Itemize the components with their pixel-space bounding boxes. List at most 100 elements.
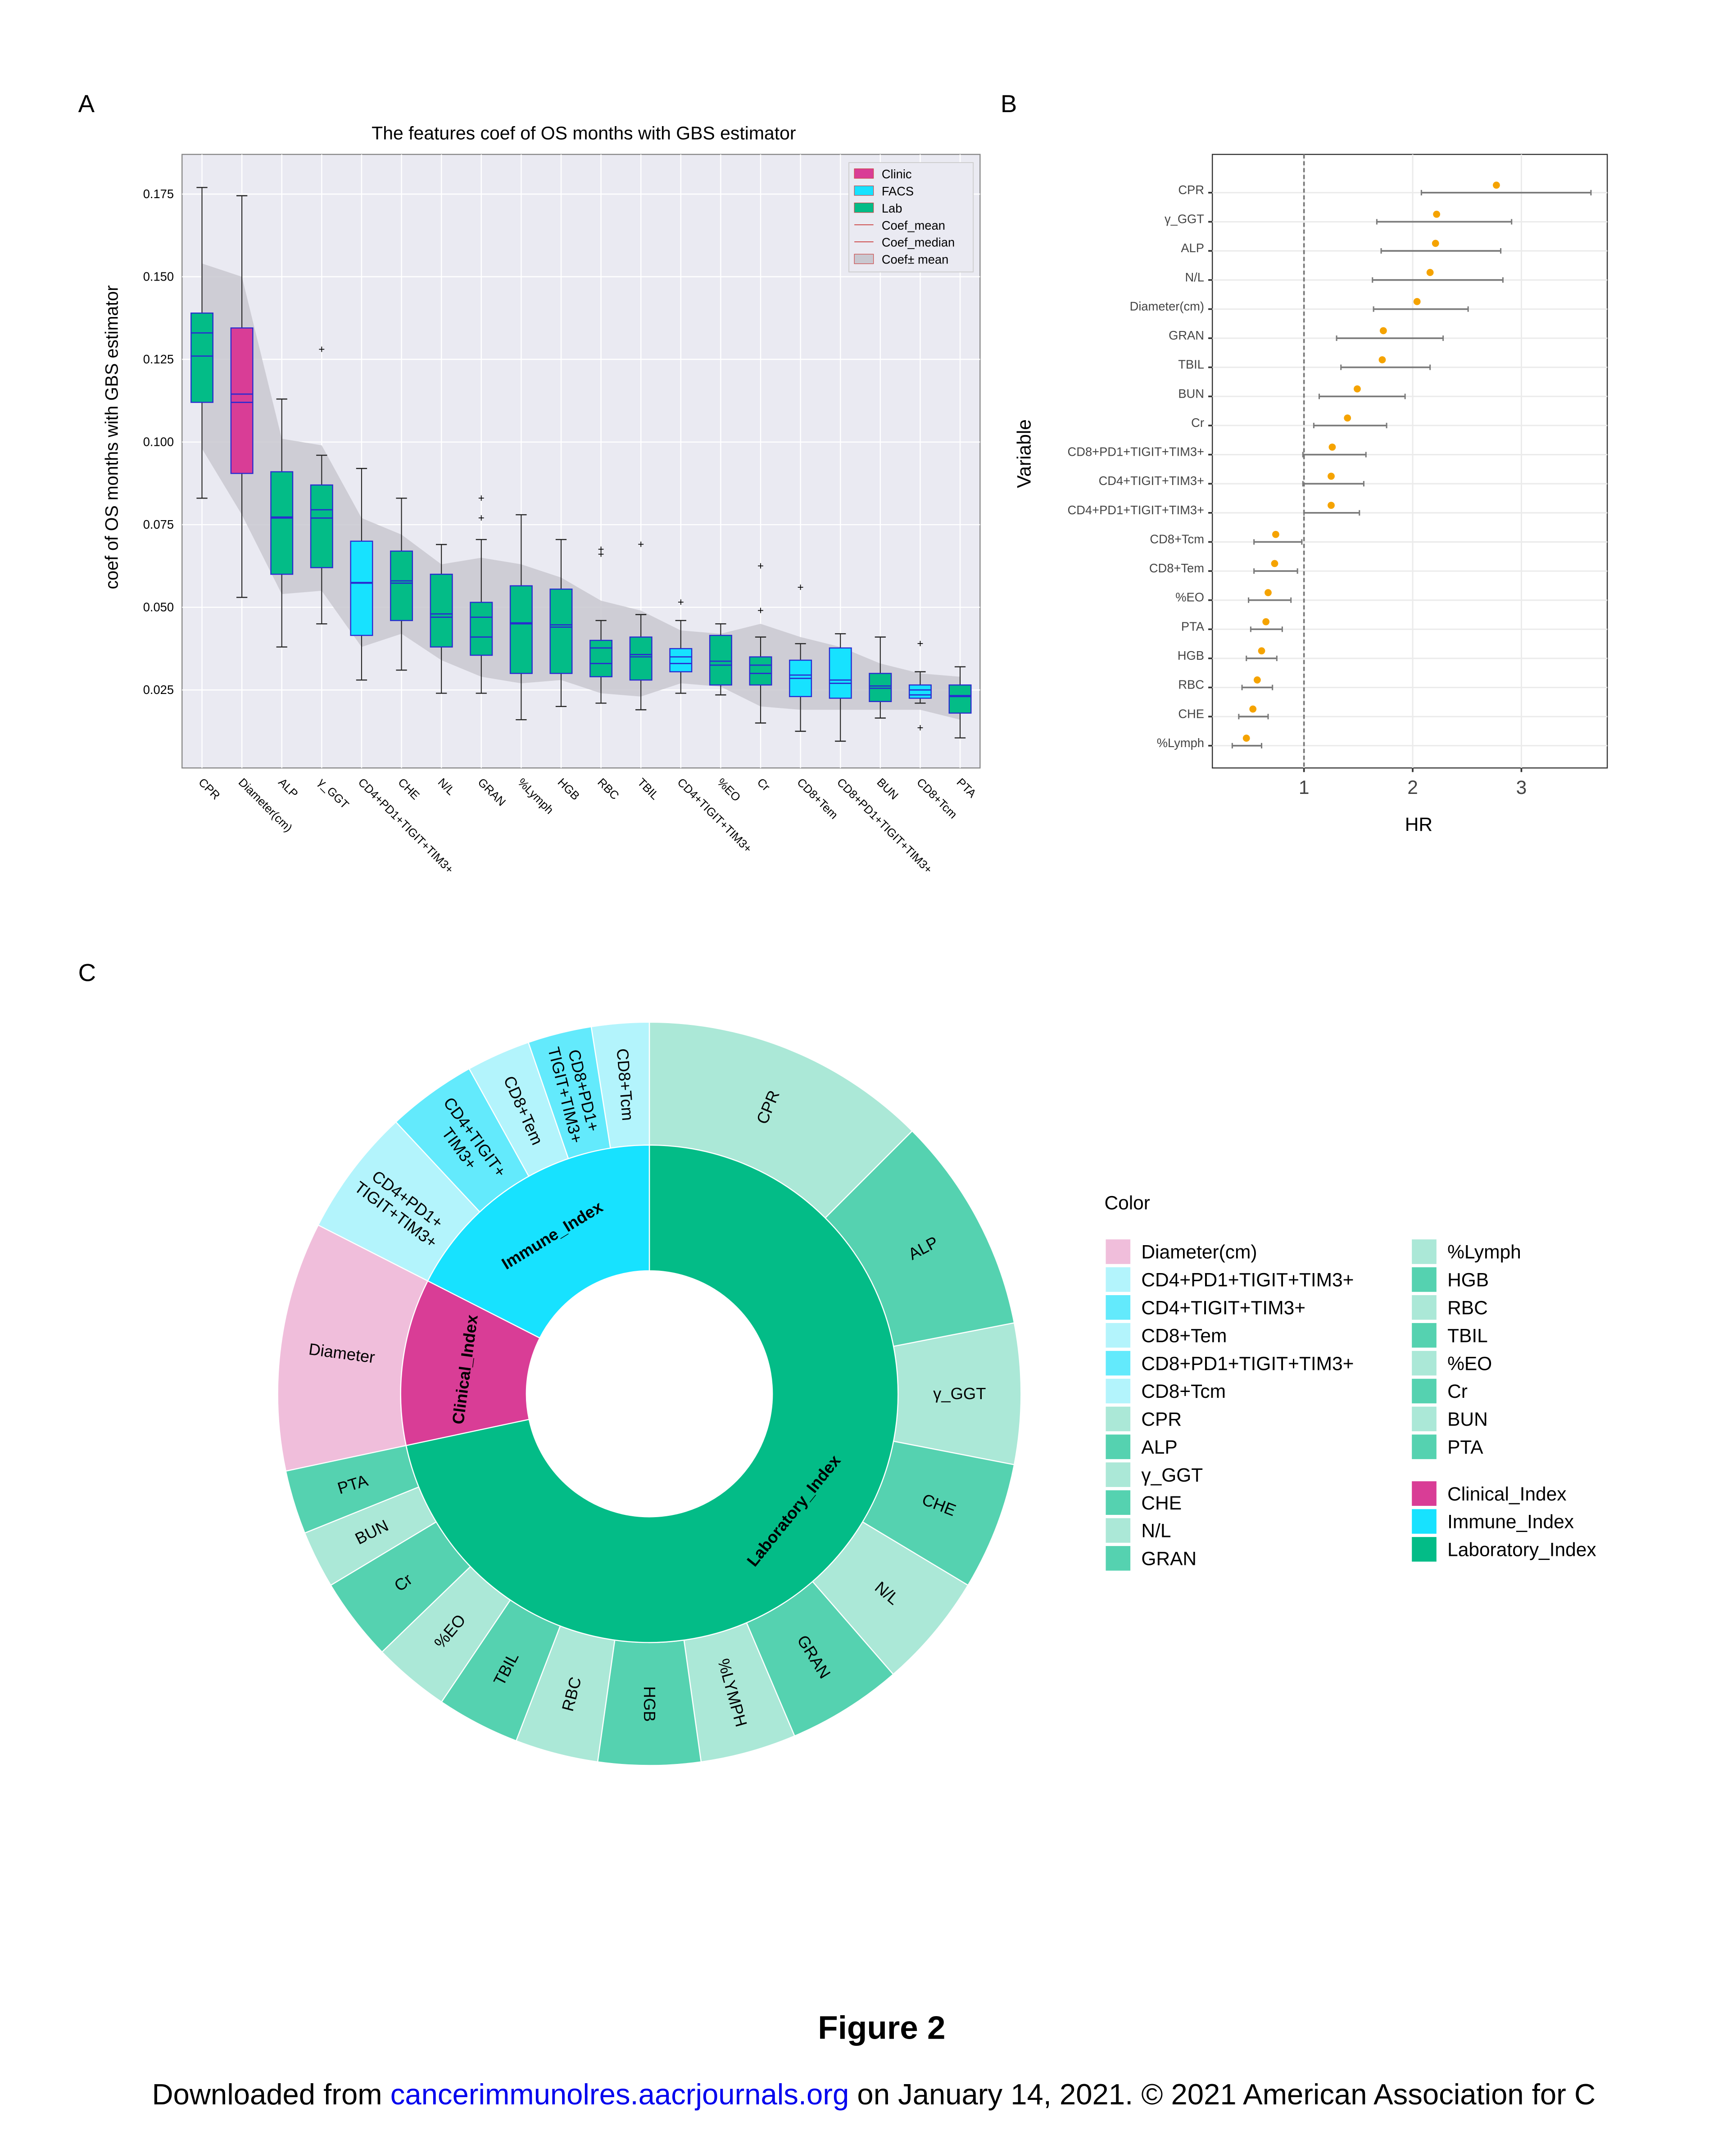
y-tick-label: Cr [1191,416,1204,430]
legend-label: CD4+TIGIT+TIM3+ [1141,1298,1305,1319]
legend-item-CPR: CPR [1106,1406,1182,1432]
x-tick-label: ALP [276,776,300,800]
plot-area [1211,154,1608,769]
sunburst-segment-HGB: HGB [597,1639,702,1766]
outlier-marker: + [917,638,923,650]
legend-item-CD4+PD1+TIGIT+TIM3+: CD4+PD1+TIGIT+TIM3+ [1106,1267,1354,1292]
x-tick-label: CD8+Tem [794,776,840,821]
legend-label: N/L [1141,1521,1171,1542]
sunburst-panel: Color CPRALPγ_GGTCHEN/LGRAN%LYMPHHGBRBCT… [277,1021,1596,1766]
box-iqr [390,550,413,621]
hr-point [1432,240,1439,247]
outlier-marker: + [478,512,485,524]
y-tick-label: 0.025 [143,683,174,697]
x-tick-label: PTA [954,776,979,800]
legend-item-Laboratory_Index: Laboratory_Index [1412,1537,1596,1562]
legend-label: HGB [1447,1270,1489,1291]
legend-label: %EO [1447,1353,1492,1374]
panel-label-a: A [78,90,95,118]
legend-swatch [1412,1378,1437,1404]
outlier-marker: + [917,722,923,734]
x-tick-label: N/L [435,776,457,798]
box-iqr [350,540,373,636]
legend-swatch [1412,1481,1437,1506]
hr-point [1344,414,1351,422]
box-iqr [230,327,254,474]
legend-swatch [1412,1434,1437,1460]
legend-label: RBC [1447,1298,1488,1319]
y-tick-label: 0.050 [143,600,174,614]
box-iqr [629,636,653,681]
legend-label: Coef_median [882,236,955,249]
box-iqr [310,484,333,568]
legend-item-Immune_Index: Immune_Index [1412,1509,1574,1534]
legend-swatch [854,203,874,213]
y-tick-label: ALP [1181,241,1204,255]
outlier-marker: + [757,605,764,617]
legend-swatch [854,168,874,179]
legend-label: Diameter(cm) [1141,1242,1257,1263]
legend-item-Clinical_Index: Clinical_Index [1412,1481,1566,1506]
y-tick-label: 0.075 [143,517,174,531]
legend-item-%EO: %EO [1412,1351,1492,1376]
x-tick-label: GRAN [475,776,508,808]
figure-2: A B C The features coef of OS months wit… [78,90,1608,2111]
outlier-marker: + [478,492,485,504]
x-tick-label: CD4+TIGIT+TIM3+ [675,776,754,855]
forest-plot-panel: HR Variable 1 2 3 CPR γ_GGT ALP N/L Diameter(cm… [1014,154,1608,835]
box-iqr [669,648,693,672]
y-tick-label: 0.125 [143,352,174,366]
outlier-marker: + [638,539,644,551]
y-tick-label: CD8+PD1+TIGIT+TIM3+ [1068,445,1204,459]
legend-item-CD8+Tem: CD8+Tem [1106,1323,1227,1348]
y-tick-label: 0.100 [143,435,174,449]
legend-label: ALP [1141,1437,1177,1458]
hr-point [1433,210,1441,218]
legend-item-Diameter(cm): Diameter(cm) [1106,1239,1257,1264]
legend-swatch [1412,1267,1437,1292]
box-iqr [190,313,214,403]
y-tick-label: Diameter(cm) [1130,299,1204,313]
x-tick-label: CHE [395,776,422,802]
x-tick-label: Cr [755,776,772,793]
hr-point [1493,181,1500,189]
box-iqr [709,635,732,686]
hr-point [1249,705,1257,713]
box-iqr [430,573,453,648]
footer-suffix: on January 14, 2021. © 2021 American Ass… [849,2078,1595,2111]
legend-item-TBIL: TBIL [1412,1323,1488,1348]
legend-label: Clinic [882,167,912,181]
y-tick-label: 0.150 [143,270,174,284]
x-tick-label: 1 [1299,777,1310,798]
legend-item-CHE: CHE [1106,1490,1182,1515]
box-iqr [948,684,972,714]
legend-item-%Lymph: %Lymph [1412,1239,1521,1264]
legend-label: CD8+Tcm [1141,1381,1226,1402]
forest-y-axis-label: Variable [1014,419,1035,488]
hr-point [1265,589,1272,596]
footer-link[interactable]: cancerimmunolres.aacrjournals.org [390,2078,849,2111]
legend-item-PTA: PTA [1412,1434,1483,1460]
y-tick-label: CPR [1178,183,1204,197]
legend-swatch [854,186,874,196]
hr-point [1413,298,1421,305]
legend-swatch [1412,1509,1437,1534]
legend-swatch [1106,1434,1131,1460]
x-tick-label: BUN [874,776,900,802]
legend-swatch [1412,1323,1437,1348]
legend-label: TBIL [1447,1325,1488,1346]
hr-point [1258,647,1265,655]
x-tick-label: CPR [196,776,222,802]
hr-point [1354,385,1361,393]
x-tick-label: 3 [1516,777,1527,798]
hr-point [1379,327,1387,335]
y-tick-label: %Lymph [1157,736,1204,750]
legend-label: CPR [1141,1409,1182,1430]
figure-caption: Figure 2 [818,2009,945,2046]
y-tick-label: PTA [1181,619,1205,633]
legend-swatch [1106,1351,1131,1376]
box-iqr [749,656,772,686]
x-tick-label: CD8+Tcm [914,776,959,821]
legend-label: γ_GGT [1141,1465,1203,1486]
hr-point [1242,734,1250,742]
